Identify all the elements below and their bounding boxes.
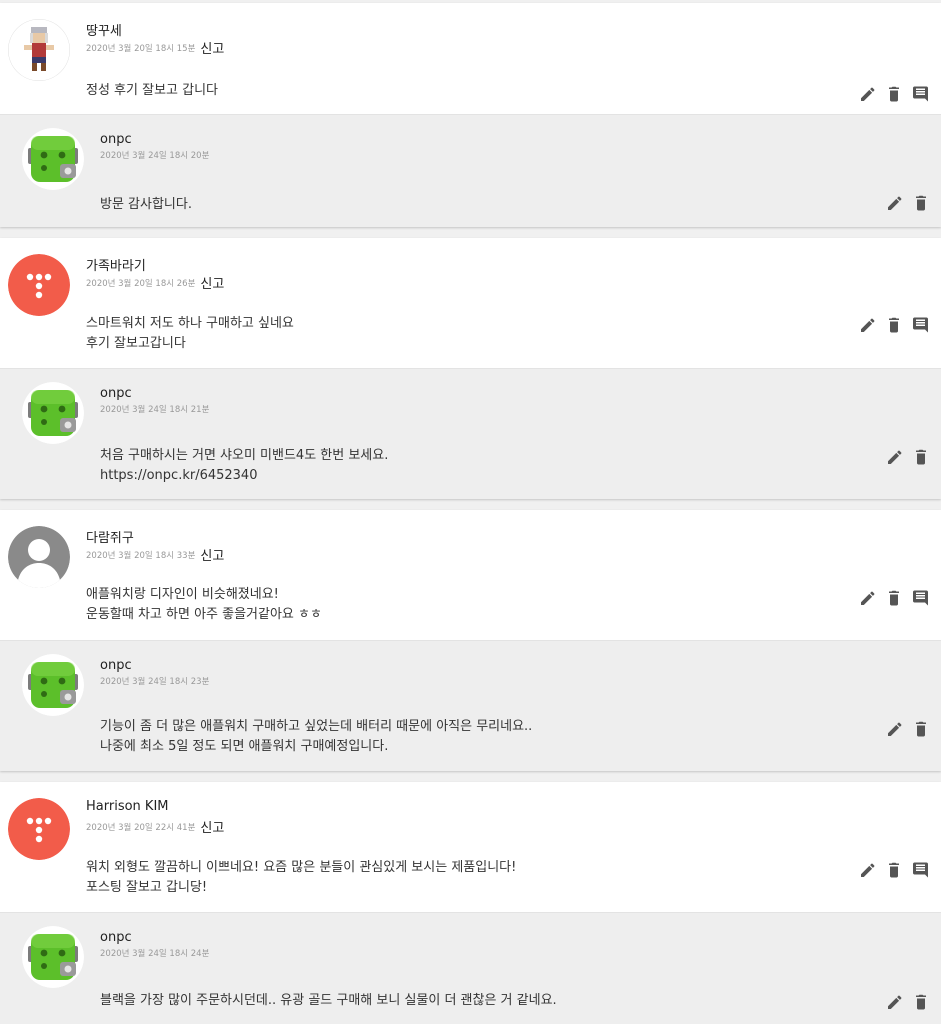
reply-avatar[interactable] xyxy=(22,128,84,190)
text-line: 블랙을 가장 많이 주문하시던데.. 유광 골드 구매해 보니 실물이 더 괜찮… xyxy=(100,993,557,1008)
comment-author-name[interactable]: 다람쥐구 xyxy=(86,527,134,546)
report-link[interactable]: 신고 xyxy=(200,821,224,836)
comment-meta: 2020년 3월 24일 18시 23분 xyxy=(100,675,209,687)
report-link[interactable]: 신고 xyxy=(200,277,224,292)
text-line: 정성 후기 잘보고 갑니다 xyxy=(86,83,218,98)
reply-icon[interactable] xyxy=(912,315,930,333)
text-line: 방문 감사합니다. xyxy=(100,197,192,212)
reply-text: 블랙을 가장 많이 주문하시던데.. 유광 골드 구매해 보니 실물이 더 괜찮… xyxy=(100,991,557,1011)
comment-author-name[interactable]: 가족바라기 xyxy=(86,255,146,274)
edit-icon[interactable] xyxy=(885,719,903,737)
comment-meta: 2020년 3월 20일 18시 33분 신고 xyxy=(86,545,224,564)
edit-icon[interactable] xyxy=(858,588,876,606)
commenter-avatar[interactable] xyxy=(8,19,70,81)
edit-icon[interactable] xyxy=(885,447,903,465)
commenter-avatar[interactable] xyxy=(8,798,70,860)
reply-author-name[interactable]: onpc xyxy=(100,132,132,147)
comment-text: 스마트워치 저도 하나 구매하고 싶네요후기 잘보고갑니다 xyxy=(86,314,294,354)
comment-date: 2020년 3월 24일 18시 20분 xyxy=(100,151,210,161)
text-line: 운동할때 차고 하면 아주 좋을거같아요 ㅎㅎ xyxy=(86,607,322,622)
comment-thread: 가족바라기 2020년 3월 20일 18시 26분 신고스마트워치 저도 하나 구… xyxy=(0,238,941,499)
commenter-avatar[interactable] xyxy=(8,526,70,588)
text-line: 후기 잘보고갑니다 xyxy=(86,336,186,351)
reply: onpc 2020년 3월 24일 18시 24분블랙을 가장 많이 주문하시던데… xyxy=(0,912,941,1024)
comment-thread: Harrison KIM 2020년 3월 20일 22시 41분 신고워치 외형도… xyxy=(0,782,941,1024)
comment-meta: 2020년 3월 20일 18시 26분 신고 xyxy=(86,273,224,292)
comment-date: 2020년 3월 20일 18시 15분 xyxy=(86,44,196,54)
text-line: https://onpc.kr/6452340 xyxy=(100,468,258,483)
comment-date: 2020년 3월 20일 18시 33분 xyxy=(86,551,196,561)
comment-meta: 2020년 3월 20일 18시 15분 신고 xyxy=(86,38,224,57)
text-line: 처음 구매하시는 거면 샤오미 미밴드4도 한번 보세요. xyxy=(100,448,389,463)
text-line: 기능이 좀 더 많은 애플워치 구매하고 싶었는데 배터리 때문에 아직은 무리… xyxy=(100,719,533,734)
delete-icon[interactable] xyxy=(885,315,903,333)
reply-avatar[interactable] xyxy=(22,654,84,716)
reply-author-name[interactable]: onpc xyxy=(100,658,132,673)
reply: onpc 2020년 3월 24일 18시 23분기능이 좀 더 많은 애플워치 … xyxy=(0,640,941,771)
commenter-avatar[interactable] xyxy=(8,254,70,316)
edit-icon[interactable] xyxy=(885,992,903,1010)
edit-icon[interactable] xyxy=(858,860,876,878)
edit-icon[interactable] xyxy=(858,315,876,333)
delete-icon[interactable] xyxy=(885,588,903,606)
edit-icon[interactable] xyxy=(858,84,876,102)
reply-author-name[interactable]: onpc xyxy=(100,930,132,945)
comment-date: 2020년 3월 24일 18시 24분 xyxy=(100,949,210,959)
reply-avatar[interactable] xyxy=(22,926,84,988)
report-link[interactable]: 신고 xyxy=(200,549,224,564)
reply-avatar[interactable] xyxy=(22,382,84,444)
comment-text: 애플워치랑 디자인이 비슷해졌네요! 운동할때 차고 하면 아주 좋을거같아요 ㅎ… xyxy=(86,585,322,625)
reply-icon[interactable] xyxy=(912,588,930,606)
comment-date: 2020년 3월 20일 22시 41분 xyxy=(86,823,196,833)
reply-text: 방문 감사합니다. xyxy=(100,195,192,215)
comment-text: 정성 후기 잘보고 갑니다 xyxy=(86,81,218,101)
delete-icon[interactable] xyxy=(885,84,903,102)
delete-icon[interactable] xyxy=(912,719,930,737)
reply-icon[interactable] xyxy=(912,860,930,878)
text-line: 애플워치랑 디자인이 비슷해졌네요! xyxy=(86,587,279,602)
text-line: 나중에 최소 5일 정도 되면 애플워치 구매예정입니다. xyxy=(100,739,389,754)
comment: 땅꾸세 2020년 3월 20일 18시 15분 신고정성 후기 잘보고 갑니다 xyxy=(0,3,941,114)
text-line: 워치 외형도 깔끔하니 이쁘네요! 요즘 많은 분들이 관심있게 보시는 제품입… xyxy=(86,860,517,875)
comment-thread: 다람쥐구 2020년 3월 20일 18시 33분 신고애플워치랑 디자인이 비슷해… xyxy=(0,510,941,771)
comment-meta: 2020년 3월 20일 22시 41분 신고 xyxy=(86,817,224,836)
delete-icon[interactable] xyxy=(912,992,930,1010)
comment-thread: 땅꾸세 2020년 3월 20일 18시 15분 신고정성 후기 잘보고 갑니다 o… xyxy=(0,3,941,227)
comment: Harrison KIM 2020년 3월 20일 22시 41분 신고워치 외형도… xyxy=(0,782,941,912)
reply-icon[interactable] xyxy=(912,84,930,102)
reply-text: 기능이 좀 더 많은 애플워치 구매하고 싶었는데 배터리 때문에 아직은 무리… xyxy=(100,717,532,757)
comment-meta: 2020년 3월 24일 18시 24분 xyxy=(100,947,209,959)
comment-author-name[interactable]: Harrison KIM xyxy=(86,799,169,814)
comment: 다람쥐구 2020년 3월 20일 18시 33분 신고애플워치랑 디자인이 비슷해… xyxy=(0,510,941,640)
delete-icon[interactable] xyxy=(912,447,930,465)
comment-date: 2020년 3월 20일 18시 26분 xyxy=(86,279,196,289)
comment-author-name[interactable]: 땅꾸세 xyxy=(86,20,122,39)
comment-meta: 2020년 3월 24일 18시 20분 xyxy=(100,149,209,161)
comment-text: 워치 외형도 깔끔하니 이쁘네요! 요즘 많은 분들이 관심있게 보시는 제품입… xyxy=(86,858,516,898)
comment-date: 2020년 3월 24일 18시 23분 xyxy=(100,677,210,687)
reply: onpc 2020년 3월 24일 18시 20분방문 감사합니다. xyxy=(0,114,941,227)
delete-icon[interactable] xyxy=(912,193,930,211)
comment: 가족바라기 2020년 3월 20일 18시 26분 신고스마트워치 저도 하나 구… xyxy=(0,238,941,368)
delete-icon[interactable] xyxy=(885,860,903,878)
reply: onpc 2020년 3월 24일 18시 21분처음 구매하시는 거면 샤오미 … xyxy=(0,368,941,499)
reply-author-name[interactable]: onpc xyxy=(100,386,132,401)
comment-meta: 2020년 3월 24일 18시 21분 xyxy=(100,403,209,415)
text-line: 스마트워치 저도 하나 구매하고 싶네요 xyxy=(86,316,294,331)
text-line: 포스팅 잘보고 갑니당! xyxy=(86,880,208,895)
reply-text: 처음 구매하시는 거면 샤오미 미밴드4도 한번 보세요. https://onp… xyxy=(100,446,388,486)
comment-date: 2020년 3월 24일 18시 21분 xyxy=(100,405,210,415)
report-link[interactable]: 신고 xyxy=(200,42,224,57)
edit-icon[interactable] xyxy=(885,193,903,211)
